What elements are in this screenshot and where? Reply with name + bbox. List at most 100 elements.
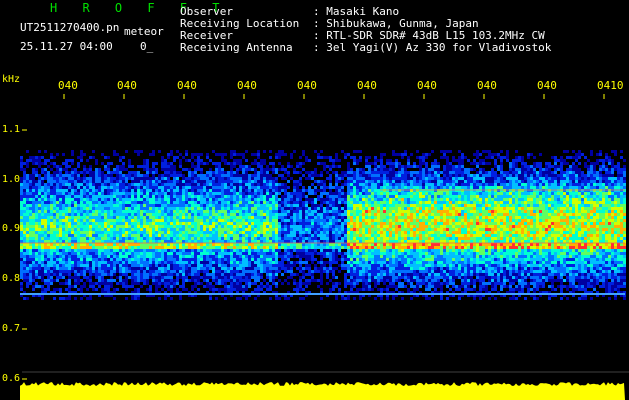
spectrogram-cell: [239, 216, 242, 219]
spectrogram-cell: [350, 246, 353, 249]
spectrogram-cell: [239, 282, 242, 285]
spectrogram-cell: [92, 246, 95, 249]
spectrogram-cell: [185, 255, 188, 258]
spectrogram-cell: [107, 285, 110, 288]
spectrogram-cell: [161, 255, 164, 258]
spectrogram-cell: [50, 186, 53, 189]
spectrogram-cell: [257, 249, 260, 252]
spectrogram-cell: [317, 156, 320, 159]
spectrogram-cell: [215, 279, 218, 282]
spectrogram-cell: [56, 201, 59, 204]
spectrogram-cell: [299, 228, 302, 231]
spectrogram-cell: [206, 153, 209, 156]
spectrogram-cell: [350, 267, 353, 270]
spectrogram-cell: [275, 225, 278, 228]
spectrogram-cell: [311, 207, 314, 210]
spectrogram-cell: [344, 174, 347, 177]
spectrogram-cell: [182, 276, 185, 279]
spectrogram-cell: [113, 255, 116, 258]
spectrogram-cell: [128, 276, 131, 279]
spectrogram-cell: [233, 195, 236, 198]
spectrogram-cell: [155, 216, 158, 219]
spectrogram-cell: [104, 261, 107, 264]
spectrogram-cell: [116, 219, 119, 222]
spectrogram-cell: [371, 264, 374, 267]
spectrogram-cell: [206, 213, 209, 216]
spectrogram-cell: [377, 189, 380, 192]
spectrogram-cell: [275, 168, 278, 171]
spectrogram-cell: [125, 150, 128, 153]
spectrogram-cell: [77, 192, 80, 195]
spectrogram-cell: [20, 252, 23, 255]
spectrogram-cell: [110, 237, 113, 240]
spectrogram-cell: [329, 216, 332, 219]
spectrogram-cell: [314, 279, 317, 282]
spectrogram-cell: [59, 273, 62, 276]
spectrogram-cell: [77, 288, 80, 291]
spectrogram-cell: [137, 195, 140, 198]
spectrogram-cell: [368, 273, 371, 276]
spectrogram-cell: [293, 282, 296, 285]
spectrogram-cell: [221, 234, 224, 237]
spectrogram-cell: [122, 282, 125, 285]
spectrogram-cell: [284, 297, 287, 300]
spectrogram-cell: [248, 258, 251, 261]
spectrogram-cell: [302, 267, 305, 270]
spectrogram-cell: [260, 180, 263, 183]
spectrogram-cell: [338, 177, 341, 180]
spectrogram-cell: [128, 189, 131, 192]
spectrogram-cell: [353, 282, 356, 285]
spectrogram-cell: [227, 162, 230, 165]
spectrogram-cell: [155, 270, 158, 273]
spectrogram-cell: [176, 270, 179, 273]
spectrogram-cell: [197, 186, 200, 189]
spectrogram-cell: [284, 279, 287, 282]
spectrogram-cell: [365, 201, 368, 204]
spectrogram-cell: [101, 261, 104, 264]
spectrogram-cell: [236, 213, 239, 216]
spectrogram-cell: [329, 279, 332, 282]
spectrogram-cell: [80, 222, 83, 225]
spectrogram-cell: [122, 201, 125, 204]
spectrogram-cell: [131, 228, 134, 231]
spectrogram-cell: [134, 228, 137, 231]
spectrogram-cell: [233, 219, 236, 222]
spectrogram-cell: [215, 204, 218, 207]
spectrogram-cell: [29, 255, 32, 258]
spectrogram-cell: [353, 216, 356, 219]
spectrogram-cell: [122, 174, 125, 177]
spectrogram-cell: [212, 225, 215, 228]
spectrogram-cell: [359, 258, 362, 261]
spectrogram-cell: [206, 162, 209, 165]
spectrogram-cell: [167, 285, 170, 288]
spectrogram-cell: [218, 237, 221, 240]
spectrogram-cell: [311, 219, 314, 222]
spectrogram-cell: [26, 228, 29, 231]
spectrogram-cell: [95, 183, 98, 186]
spectrogram-cell: [269, 276, 272, 279]
spectrogram-cell: [200, 258, 203, 261]
spectrogram-cell: [338, 165, 341, 168]
spectrogram-cell: [110, 213, 113, 216]
spectrogram-cell: [302, 231, 305, 234]
spectrogram-cell: [221, 279, 224, 282]
spectrogram-cell: [284, 258, 287, 261]
spectrogram-cell: [326, 270, 329, 273]
spectrogram-cell: [278, 270, 281, 273]
spectrogram-cell: [242, 183, 245, 186]
spectrogram-cell: [41, 216, 44, 219]
spectrogram-cell: [215, 231, 218, 234]
spectrogram-cell: [125, 273, 128, 276]
spectrogram-cell: [320, 225, 323, 228]
spectrogram-cell: [122, 198, 125, 201]
spectrogram-cell: [137, 288, 140, 291]
spectrogram-cell: [20, 213, 23, 216]
spectrogram-cell: [170, 195, 173, 198]
spectrogram-cell: [125, 189, 128, 192]
spectrogram-cell: [119, 237, 122, 240]
spectrogram-cell: [230, 153, 233, 156]
spectrogram-cell: [197, 234, 200, 237]
spectrogram-cell: [113, 246, 116, 249]
spectrogram-cell: [269, 261, 272, 264]
spectrogram-cell: [314, 252, 317, 255]
